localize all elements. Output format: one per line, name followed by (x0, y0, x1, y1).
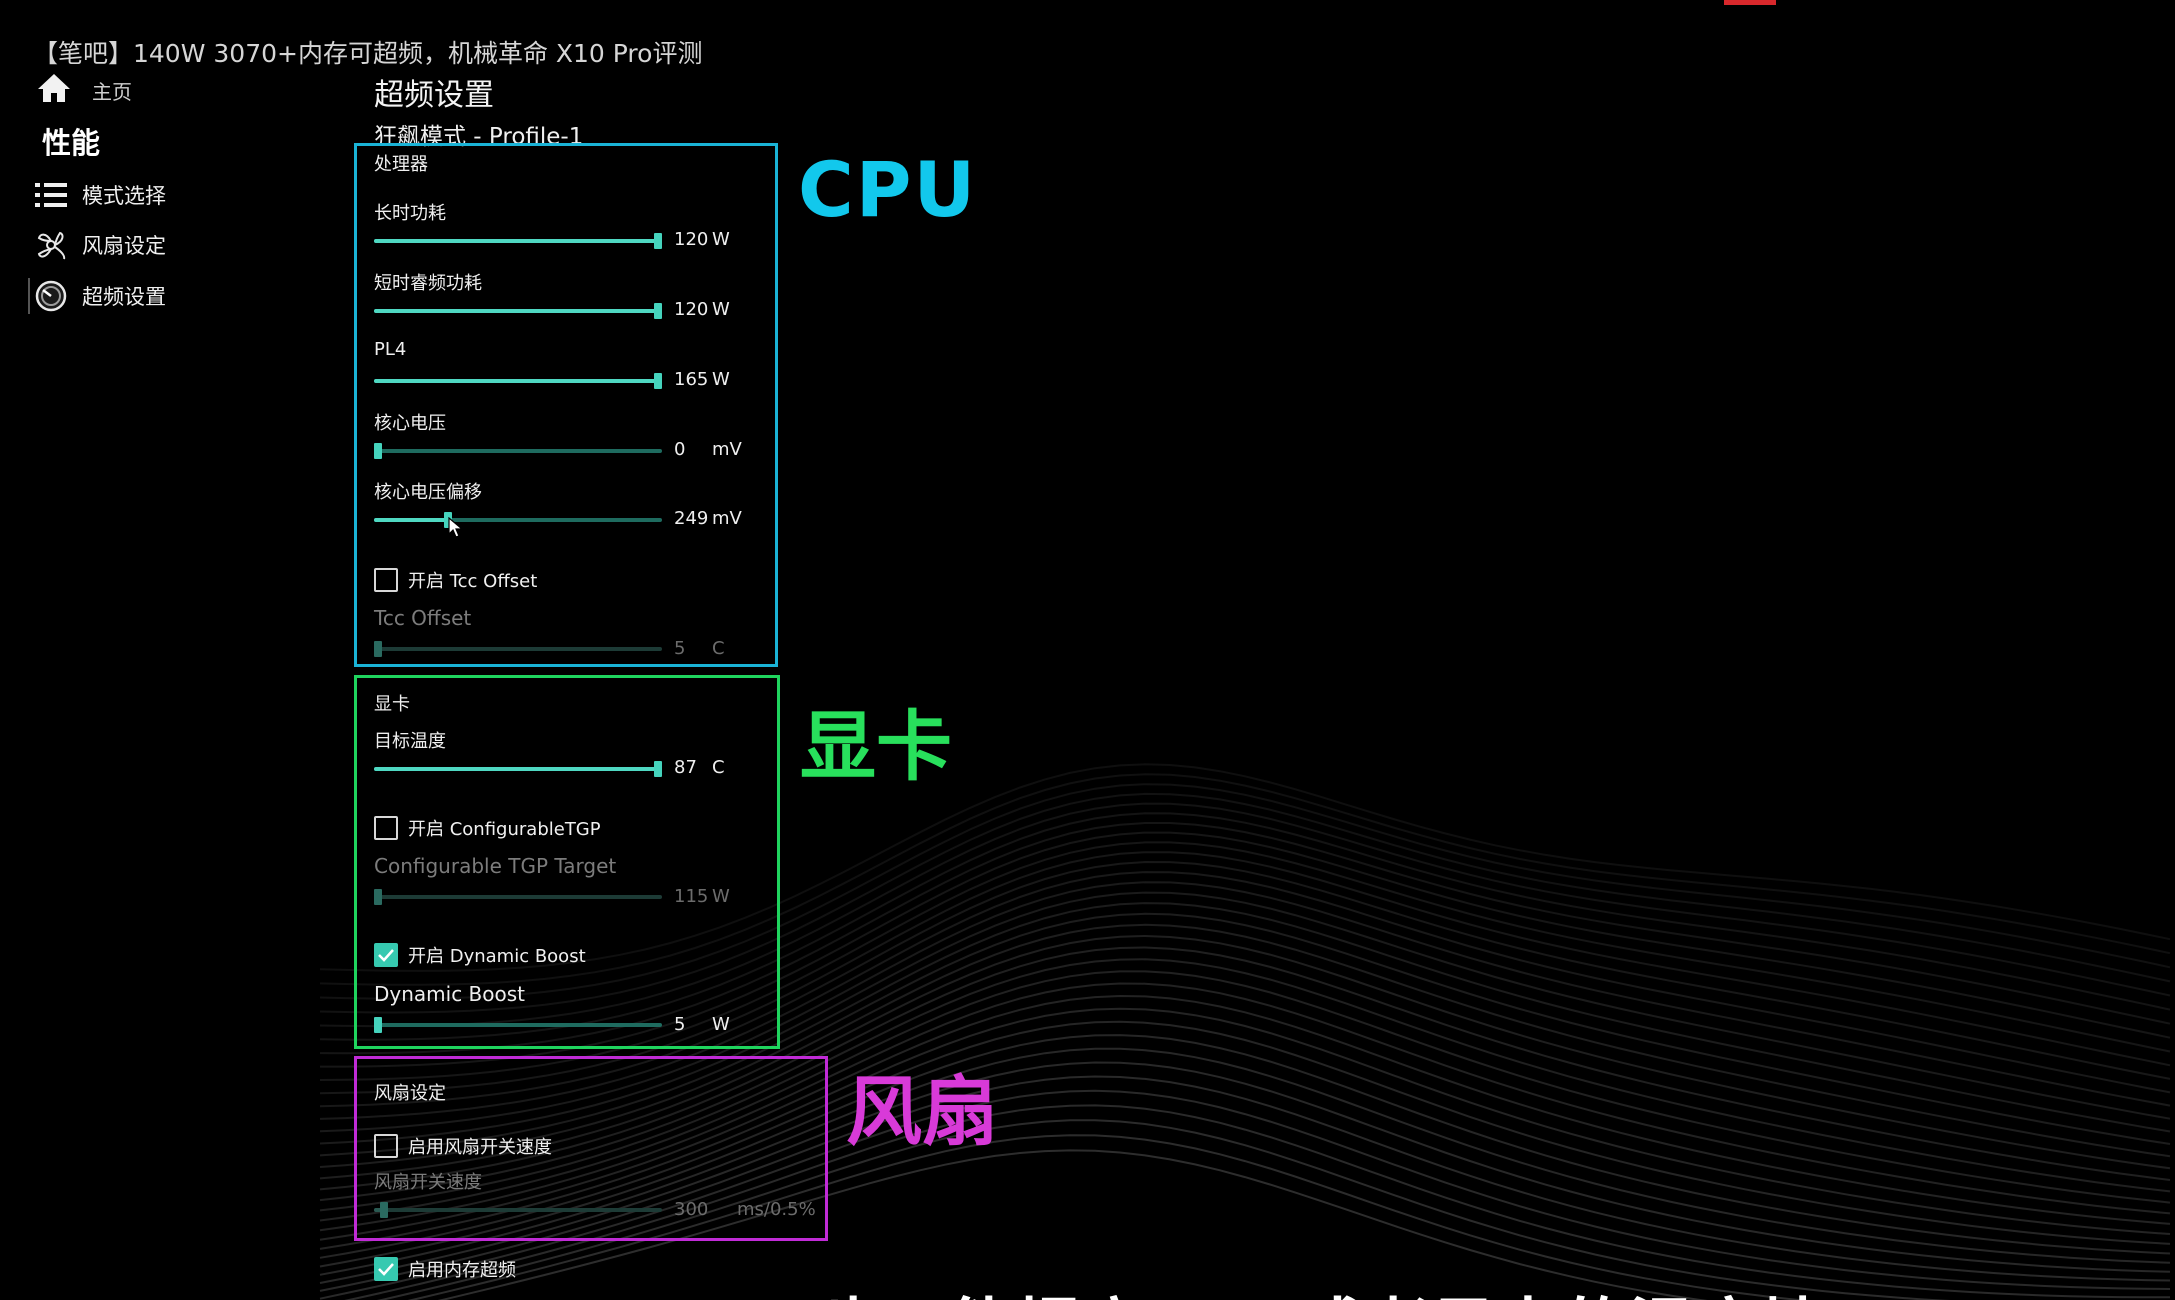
dynamic-boost-slider[interactable] (374, 1017, 662, 1033)
tcc-offset-label: Tcc Offset (374, 606, 472, 630)
short-power-unit: W (712, 299, 730, 320)
sidebar-item-overclock[interactable]: 超频设置 (32, 276, 166, 316)
gauge-icon (32, 277, 70, 315)
checkbox-label: 启用内存超频 (408, 1260, 516, 1281)
slider-thumb[interactable] (654, 373, 662, 389)
target-temp-value: 87 (674, 757, 697, 778)
core-voltage-unit: mV (712, 439, 742, 460)
tgp-target-unit: W (712, 886, 730, 907)
short-power-label: 短时睿频功耗 (374, 273, 482, 294)
slider-thumb[interactable] (379, 1202, 388, 1218)
slider-thumb[interactable] (654, 303, 662, 319)
core-voltage-offset-value: 249 (674, 508, 709, 529)
dynamic-boost-unit: W (712, 1014, 730, 1035)
checkbox-label: 开启 ConfigurableTGP (408, 819, 601, 840)
slider-thumb[interactable] (374, 1017, 382, 1033)
long-power-slider[interactable] (374, 233, 662, 249)
active-indicator (28, 278, 30, 314)
checkbox-label: 启用风扇开关速度 (408, 1137, 552, 1158)
fan-switch-speed-toggle[interactable]: 启用风扇开关速度 (374, 1133, 552, 1159)
long-power-unit: W (712, 229, 730, 250)
tcc-offset-slider[interactable] (374, 641, 662, 657)
core-voltage-label: 核心电压 (374, 413, 446, 434)
target-temp-slider[interactable] (374, 761, 662, 777)
dynamic-boost-label: Dynamic Boost (374, 982, 526, 1006)
fan-annotation: 风扇 (846, 1067, 998, 1156)
slider-thumb[interactable] (654, 761, 662, 777)
sidebar-item-mode-select[interactable]: 模式选择 (32, 175, 166, 215)
cpu-group-title: 处理器 (374, 154, 428, 175)
list-icon (32, 176, 70, 214)
sidebar-item-fan-settings[interactable]: 风扇设定 (32, 225, 166, 265)
dynamic-boost-toggle[interactable]: 开启 Dynamic Boost (374, 942, 586, 968)
target-temp-unit: C (712, 757, 725, 778)
short-power-slider[interactable] (374, 303, 662, 319)
fan-icon (32, 226, 70, 264)
page-title: 超频设置 (374, 78, 494, 113)
pl4-slider[interactable] (374, 373, 662, 389)
tgp-target-label: Configurable TGP Target (374, 854, 617, 878)
cpu-annotation: CPU (798, 145, 978, 234)
pl4-label: PL4 (374, 339, 407, 360)
configurable-tgp-toggle[interactable]: 开启 ConfigurableTGP (374, 815, 601, 841)
checkbox-label: 开启 Dynamic Boost (408, 946, 586, 967)
checkbox[interactable] (374, 1134, 398, 1158)
fan-switch-speed-slider[interactable] (374, 1202, 662, 1218)
sidebar-section-title: 性能 (42, 126, 101, 160)
red-marker (1724, 0, 1776, 5)
gpu-annotation: 显卡 (800, 702, 952, 791)
slider-thumb[interactable] (374, 889, 382, 905)
fan-switch-speed-value: 300 (674, 1199, 709, 1220)
dynamic-boost-value: 5 (674, 1014, 686, 1035)
home-link[interactable]: 主页 (36, 72, 132, 108)
long-power-label: 长时功耗 (374, 203, 446, 224)
sidebar-item-label: 超频设置 (82, 285, 166, 309)
video-subtitle: 也可能提高CPU或者显卡的温度墙 (818, 1276, 1826, 1300)
wave-background (319, 763, 2171, 1300)
checkbox[interactable] (374, 943, 398, 967)
checkbox[interactable] (374, 568, 398, 592)
fan-switch-speed-unit: ms/0.5% (737, 1199, 816, 1220)
fan-group-title: 风扇设定 (374, 1083, 446, 1104)
home-icon (36, 72, 72, 108)
tgp-target-slider[interactable] (374, 889, 662, 905)
slider-thumb[interactable] (374, 641, 382, 657)
slider-thumb[interactable] (374, 443, 382, 459)
target-temp-label: 目标温度 (374, 731, 446, 752)
memory-oc-toggle[interactable]: 启用内存超频 (374, 1256, 516, 1282)
fan-switch-speed-label: 风扇开关速度 (374, 1172, 482, 1193)
checkbox[interactable] (374, 1257, 398, 1281)
core-voltage-offset-slider[interactable] (374, 512, 662, 528)
short-power-value: 120 (674, 299, 709, 320)
checkbox-label: 开启 Tcc Offset (408, 571, 538, 592)
home-label: 主页 (92, 79, 132, 104)
screen: 【笔吧】140W 3070+内存可超频，机械革命 X10 Pro评测 主页 性能… (0, 0, 2175, 1300)
core-voltage-value: 0 (674, 439, 686, 460)
pl4-unit: W (712, 369, 730, 390)
tcc-offset-toggle[interactable]: 开启 Tcc Offset (374, 567, 537, 593)
core-voltage-slider[interactable] (374, 443, 662, 459)
sidebar-item-label: 模式选择 (82, 184, 166, 208)
sidebar-item-label: 风扇设定 (82, 234, 166, 258)
long-power-value: 120 (674, 229, 709, 250)
tgp-target-value: 115 (674, 886, 709, 907)
tcc-offset-value: 5 (674, 638, 686, 659)
video-title: 【笔吧】140W 3070+内存可超频，机械革命 X10 Pro评测 (33, 39, 703, 68)
core-voltage-offset-unit: mV (712, 508, 742, 529)
core-voltage-offset-label: 核心电压偏移 (374, 482, 482, 503)
slider-thumb[interactable] (654, 233, 662, 249)
gpu-group-title: 显卡 (374, 694, 410, 715)
pl4-value: 165 (674, 369, 709, 390)
mouse-cursor-icon (448, 516, 464, 543)
checkbox[interactable] (374, 816, 398, 840)
tcc-offset-unit: C (712, 638, 725, 659)
